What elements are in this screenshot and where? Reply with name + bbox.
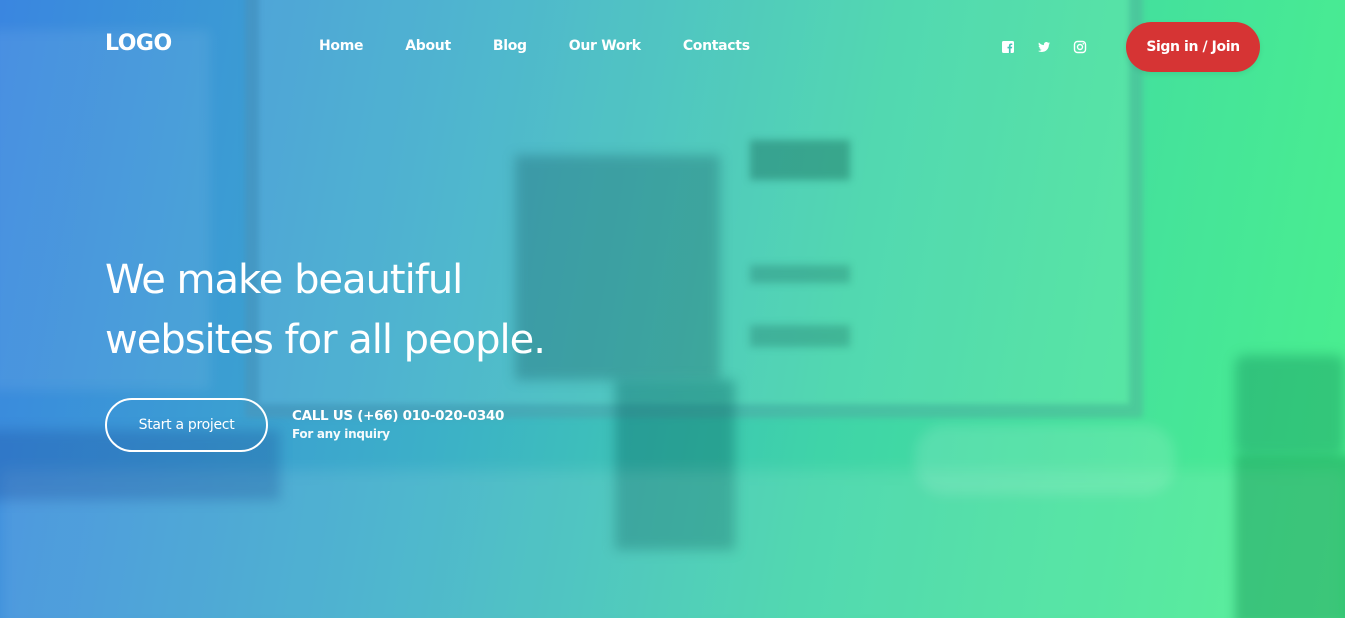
bg-screen-block	[750, 325, 850, 347]
site-header: LOGO Home About Blog Our Work Contacts S…	[0, 0, 1345, 95]
bg-screen-block	[750, 265, 850, 283]
twitter-icon[interactable]	[1037, 39, 1051, 53]
nav-item-home[interactable]: Home	[319, 38, 364, 54]
bg-screen-block	[750, 140, 850, 180]
bg-plant	[1235, 355, 1345, 455]
call-subtext: For any inquiry	[292, 427, 390, 441]
call-phone[interactable]: CALL US (+66) 010-020-0340	[292, 407, 504, 425]
hero-headline: We make beautiful websites for all peopl…	[105, 250, 625, 370]
start-project-button[interactable]: Start a project	[105, 398, 268, 452]
bg-cup	[1235, 455, 1345, 618]
headline-line: websites for all people.	[105, 317, 546, 363]
signin-button[interactable]: Sign in / Join	[1126, 22, 1260, 72]
nav-item-about[interactable]: About	[405, 38, 451, 54]
bg-mouse-pad	[915, 425, 1175, 495]
call-info: CALL US (+66) 010-020-0340 For any inqui…	[292, 407, 504, 443]
social-links	[1001, 39, 1087, 54]
instagram-icon[interactable]	[1073, 39, 1087, 54]
logo[interactable]: LOGO	[105, 31, 172, 56]
main-nav: Home About Blog Our Work Contacts	[319, 38, 792, 54]
headline-line: We make beautiful	[105, 257, 463, 303]
nav-item-contacts[interactable]: Contacts	[683, 38, 750, 54]
nav-item-our-work[interactable]: Our Work	[569, 38, 641, 54]
facebook-icon[interactable]	[1001, 39, 1015, 53]
hero-section: LOGO Home About Blog Our Work Contacts S…	[0, 0, 1345, 618]
nav-item-blog[interactable]: Blog	[493, 38, 527, 54]
